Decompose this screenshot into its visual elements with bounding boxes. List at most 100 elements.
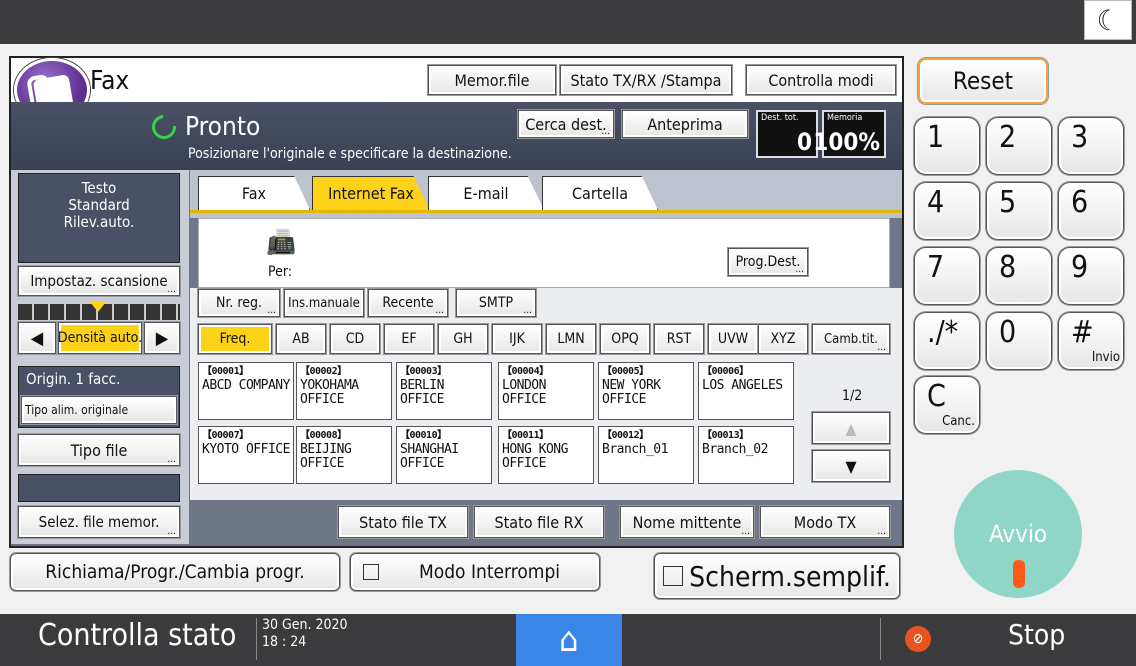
key-c-label: C xyxy=(927,379,946,414)
entry-name: ABCD COMPANY xyxy=(202,378,290,393)
impostaz-scansione-button[interactable]: Impostaz. scansione... xyxy=(18,266,180,296)
letter-ef-button[interactable]: EF xyxy=(384,324,434,354)
densita-auto-button[interactable]: Densità auto. xyxy=(58,322,142,354)
origin-text: Origin. 1 facc. xyxy=(26,370,121,388)
entry-code: 【00006】 xyxy=(702,366,749,377)
entry-code: 【00013】 xyxy=(702,430,749,441)
stato-tx-rx-button[interactable]: Stato TX/RX /Stampa xyxy=(560,65,732,95)
stato-file-rx-button[interactable]: Stato file RX xyxy=(474,506,604,538)
key-9-button[interactable]: 9 xyxy=(1058,247,1124,305)
key-5-button[interactable]: 5 xyxy=(986,182,1052,240)
reset-button[interactable]: Reset xyxy=(918,58,1048,104)
tipo-file-button[interactable]: Tipo file... xyxy=(18,434,180,466)
tipo-alim-button[interactable]: Tipo alim. originale xyxy=(21,396,177,424)
footer-divider xyxy=(880,618,881,660)
density-left-button[interactable]: ◀ xyxy=(18,322,56,354)
letter-gh-button[interactable]: GH xyxy=(438,324,488,354)
empty-slot xyxy=(18,474,180,502)
prog-dest-button[interactable]: Prog.Dest.... xyxy=(728,248,808,276)
ins-manuale-button[interactable]: Ins.manuale xyxy=(284,289,364,317)
letter-xyz-button[interactable]: XYZ xyxy=(758,324,808,354)
modo-interrompi-button[interactable]: Modo Interrompi xyxy=(350,553,600,591)
list-item[interactable]: 【00008】 BEIJING OFFICE xyxy=(296,426,392,484)
list-item[interactable]: 【00010】 SHANGHAI OFFICE xyxy=(396,426,492,484)
home-icon[interactable]: ⌂ xyxy=(516,614,622,666)
entry-name: LOS ANGELES xyxy=(702,378,783,393)
tab-fax[interactable]: Fax xyxy=(198,176,310,210)
key-6-button[interactable]: 6 xyxy=(1058,182,1124,240)
letter-ab-button[interactable]: AB xyxy=(276,324,326,354)
controlla-modi-button[interactable]: Controlla modi xyxy=(746,65,896,95)
list-item[interactable]: 【00003】 BERLIN OFFICE xyxy=(396,362,492,420)
tab-internet-fax[interactable]: Internet Fax xyxy=(312,176,430,210)
entry-name: SHANGHAI OFFICE xyxy=(400,442,459,471)
nr-reg-button[interactable]: Nr. reg.... xyxy=(198,289,280,317)
modo-tx-button[interactable]: Modo TX... xyxy=(760,506,890,538)
cerca-dest-button[interactable]: Cerca dest.... xyxy=(518,110,614,138)
density-right-button[interactable]: ▶ xyxy=(144,322,180,354)
list-item[interactable]: 【00013】 Branch_02 xyxy=(698,426,794,484)
richiama-button[interactable]: Richiama/Progr./Cambia progr. xyxy=(10,553,340,591)
nome-mittente-button[interactable]: Nome mittente... xyxy=(620,506,754,538)
key-hash-invio-button[interactable]: # Invio xyxy=(1058,312,1124,370)
moon-icon[interactable]: ☾ xyxy=(1084,0,1132,40)
stato-file-tx-button[interactable]: Stato file TX xyxy=(338,506,468,538)
stop-button[interactable]: Stop xyxy=(1008,618,1065,651)
avvio-label: Avvio xyxy=(988,520,1048,548)
key-c-canc-button[interactable]: C Canc. xyxy=(914,376,980,434)
entry-code: 【00005】 xyxy=(602,366,649,377)
cerca-dest-label: Cerca dest. xyxy=(525,114,607,134)
status-hint: Posizionare l'originale e specificare la… xyxy=(188,146,512,162)
mode-label: Nr. reg. xyxy=(216,295,262,311)
key-3-button[interactable]: 3 xyxy=(1058,117,1124,175)
recente-button[interactable]: Recente... xyxy=(368,289,448,317)
tab-cartella[interactable]: Cartella xyxy=(542,176,658,210)
scherm-semplif-button[interactable]: Scherm.semplif. xyxy=(654,553,900,599)
entry-code: 【00012】 xyxy=(602,430,649,441)
key-0-button[interactable]: 0 xyxy=(986,312,1052,370)
letter-cd-button[interactable]: CD xyxy=(330,324,380,354)
selez-file-memor-button[interactable]: Selez. file memor.... xyxy=(18,506,180,538)
list-item[interactable]: 【00007】 KYOTO OFFICE xyxy=(198,426,294,484)
key-dot-star-button[interactable]: ./* xyxy=(914,312,980,370)
list-item[interactable]: 【00011】 HONG KONG OFFICE xyxy=(498,426,594,484)
page-down-button[interactable]: ▼ xyxy=(812,450,890,482)
list-item[interactable]: 【00006】 LOS ANGELES xyxy=(698,362,794,420)
memor-file-button[interactable]: Memor.file xyxy=(428,65,556,95)
tab-email[interactable]: E-mail xyxy=(428,176,544,210)
list-item[interactable]: 【00002】 YOKOHAMA OFFICE xyxy=(296,362,392,420)
camb-tit-label: Camb.tit. xyxy=(824,331,878,347)
scan-settings-info: Testo Standard Rilev.auto. xyxy=(18,173,180,263)
anteprima-button[interactable]: Anteprima xyxy=(622,110,748,138)
density-marker-icon xyxy=(90,302,106,312)
letter-ijk-button[interactable]: IJK xyxy=(492,324,542,354)
letter-freq-button[interactable]: Freq. xyxy=(198,324,272,354)
tab-underline xyxy=(190,210,902,213)
list-item[interactable]: 【00001】 ABCD COMPANY xyxy=(198,362,294,420)
page-up-button[interactable]: ▲ xyxy=(812,412,890,444)
key-2-button[interactable]: 2 xyxy=(986,117,1052,175)
date-time: 30 Gen. 2020 18 : 24 xyxy=(262,617,348,651)
stop-icon: ⊘ xyxy=(905,626,931,652)
camb-tit-button[interactable]: Camb.tit.... xyxy=(812,324,890,354)
key-7-button[interactable]: 7 xyxy=(914,247,980,305)
start-led-indicator xyxy=(1013,560,1025,588)
info-line: Rilev.auto. xyxy=(63,213,135,231)
controlla-stato-button[interactable]: Controlla stato xyxy=(38,618,236,653)
entry-name: Branch_02 xyxy=(702,442,768,457)
letter-rst-button[interactable]: RST xyxy=(654,324,704,354)
smtp-button[interactable]: SMTP... xyxy=(456,289,536,317)
letter-uvw-button[interactable]: UVW xyxy=(708,324,758,354)
letter-opq-button[interactable]: OPQ xyxy=(600,324,650,354)
key-1-button[interactable]: 1 xyxy=(914,117,980,175)
key-4-button[interactable]: 4 xyxy=(914,182,980,240)
interrompi-label: Modo Interrompi xyxy=(419,561,561,583)
list-item[interactable]: 【00005】 NEW YORK OFFICE xyxy=(598,362,694,420)
list-item[interactable]: 【00004】 LONDON OFFICE xyxy=(498,362,594,420)
scherm-label: Scherm.semplif. xyxy=(689,559,891,593)
mode-label: SMTP xyxy=(478,295,514,311)
key-8-button[interactable]: 8 xyxy=(986,247,1052,305)
page-indicator: 1/2 xyxy=(842,388,863,404)
list-item[interactable]: 【00012】 Branch_01 xyxy=(598,426,694,484)
letter-lmn-button[interactable]: LMN xyxy=(546,324,596,354)
